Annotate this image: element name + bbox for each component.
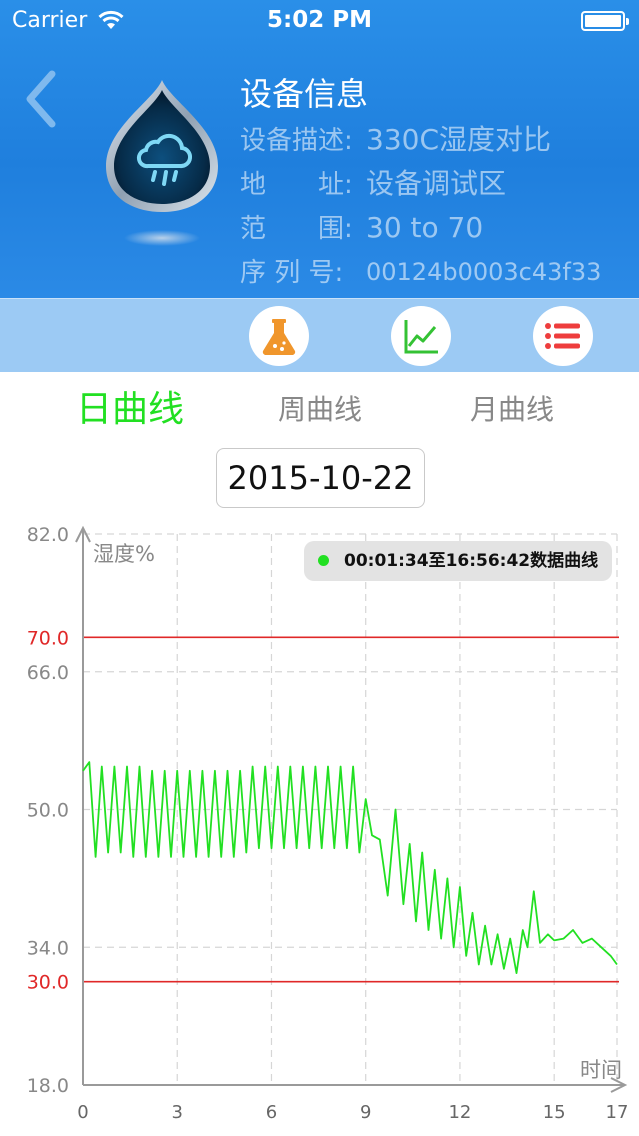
tab-day-curve[interactable]: 日曲线 xyxy=(60,388,200,432)
battery-icon xyxy=(581,11,629,31)
toolbar xyxy=(0,298,639,372)
tab-week-curve[interactable]: 周曲线 xyxy=(250,388,390,432)
humidity-series-line xyxy=(82,761,618,974)
x-tick-label: 12 xyxy=(448,1102,471,1123)
y-tick-label: 50.0 xyxy=(27,800,69,822)
y-tick-label: 82.0 xyxy=(27,524,69,546)
y-tick-label: 34.0 xyxy=(27,937,69,959)
threshold-label: 30.0 xyxy=(27,972,69,994)
list-icon xyxy=(545,323,580,349)
field-serial: 序 列 号: 00124b0003c43f33 xyxy=(240,250,601,294)
status-bar: Carrier 5:02 PM xyxy=(0,0,639,44)
flask-icon xyxy=(262,319,296,356)
field-value: 330C湿度对比 xyxy=(366,123,551,156)
clock: 5:02 PM xyxy=(267,7,372,33)
threshold-label: 70.0 xyxy=(27,627,69,649)
x-tick-label: 15 xyxy=(543,1102,566,1123)
x-axis-label: 时间 xyxy=(580,1058,622,1082)
flask-button[interactable] xyxy=(249,306,309,366)
x-tick-label: 6 xyxy=(266,1102,277,1123)
x-tick-label: 3 xyxy=(172,1102,183,1123)
x-tick-label: 9 xyxy=(360,1102,371,1123)
field-description: 设备描述: 330C湿度对比 xyxy=(240,118,551,162)
field-value: 30 to 70 xyxy=(366,211,484,244)
x-tick-label: 17 xyxy=(606,1102,629,1123)
date-picker-button[interactable]: 2015-10-22 xyxy=(216,448,425,508)
legend-dot xyxy=(318,555,329,566)
field-range: 范 围: 30 to 70 xyxy=(240,206,483,250)
field-label: 设备描述: xyxy=(240,126,353,156)
y-axis-label: 湿度% xyxy=(93,542,155,566)
y-tick-label: 18.0 xyxy=(27,1075,69,1097)
back-button[interactable] xyxy=(18,66,68,134)
field-value: 设备调试区 xyxy=(366,167,507,200)
x-tick-label: 0 xyxy=(77,1102,88,1123)
y-tick-label: 66.0 xyxy=(27,662,69,684)
device-info-title: 设备信息 xyxy=(240,75,369,113)
field-label: 地 址: xyxy=(240,170,353,200)
tab-month-curve[interactable]: 月曲线 xyxy=(442,388,582,432)
field-label: 序 列 号: xyxy=(240,258,344,288)
chart-legend: 00:01:34至16:56:42数据曲线 xyxy=(304,541,612,581)
water-drop-cloud-icon xyxy=(106,80,218,246)
line-chart-icon xyxy=(404,320,438,354)
line-chart-button[interactable] xyxy=(391,306,451,366)
field-label: 范 围: xyxy=(240,214,353,244)
field-value: 00124b0003c43f33 xyxy=(366,258,602,286)
period-tabs: 日曲线 周曲线 月曲线 xyxy=(0,372,639,448)
humidity-line-chart: 70.0 30.0 82.0 66.0 50.0 34.0 18.0 0 3 6 9 12 15 17 湿度… xyxy=(27,524,629,1123)
legend-text: 00:01:34至16:56:42数据曲线 xyxy=(344,551,599,571)
device-info: 设备信息 设备描述: 330C湿度对比 地 址: 设备调试区 范 围: 30 t… xyxy=(240,70,601,294)
field-address: 地 址: 设备调试区 xyxy=(240,162,506,206)
back-chevron-icon xyxy=(26,70,56,128)
list-button[interactable] xyxy=(533,306,593,366)
